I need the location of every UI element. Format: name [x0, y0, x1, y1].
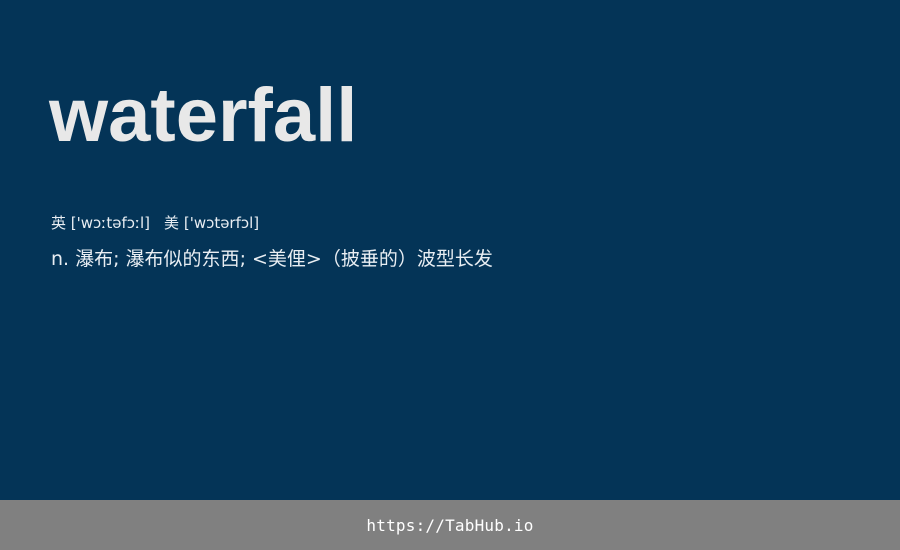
us-pronunciation: ['wɔtərfɔl] — [183, 214, 260, 232]
tab-page: waterfall 英 ['wɔːtəfɔːl] 美 ['wɔtərfɔl] n.… — [0, 0, 900, 550]
phonetics-line: 英 ['wɔːtəfɔːl] 美 ['wɔtərfɔl] — [51, 212, 259, 234]
definition: n. 瀑布; 瀑布似的东西; <美俚>（披垂的）波型长发 — [51, 248, 493, 270]
headword: waterfall — [49, 73, 358, 158]
footer-bar: https://TabHub.io — [0, 500, 900, 550]
us-label: 美 — [164, 214, 180, 232]
uk-label: 英 — [51, 214, 67, 232]
uk-pronunciation: ['wɔːtəfɔːl] — [70, 214, 151, 232]
word-card: waterfall 英 ['wɔːtəfɔːl] 美 ['wɔtərfɔl] n.… — [0, 0, 900, 500]
tabhub-link[interactable]: https://TabHub.io — [366, 516, 533, 535]
